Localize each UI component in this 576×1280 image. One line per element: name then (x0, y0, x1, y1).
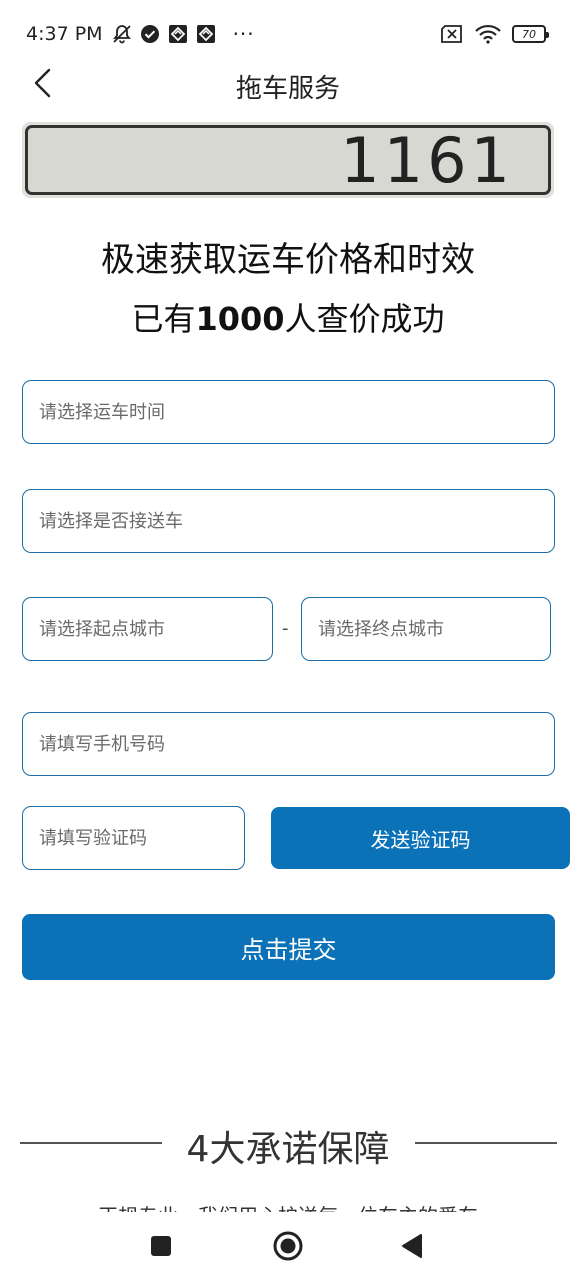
pickup-option-input[interactable] (39, 510, 554, 532)
submit-button[interactable]: 点击提交 (22, 914, 555, 980)
plate-frame: 1161 (25, 125, 551, 195)
recent-apps-button[interactable] (141, 1228, 181, 1268)
headline-prefix: 已有 (131, 300, 196, 338)
plate-banner: 1161 (22, 122, 554, 198)
wifi-icon (474, 24, 502, 44)
status-left: 4:37 PM ··· (26, 22, 255, 46)
end-city-field[interactable] (301, 597, 551, 661)
phone-field[interactable] (22, 712, 555, 776)
start-city-input[interactable] (39, 618, 272, 640)
check-circle-icon (139, 23, 161, 45)
status-right: 70 (430, 24, 549, 44)
system-back-button[interactable] (392, 1228, 432, 1268)
battery-icon: 70 (512, 25, 549, 43)
sim-x-icon (440, 25, 464, 43)
nav-bar: 拖车服务 (0, 58, 576, 110)
status-time: 4:37 PM (26, 23, 103, 45)
transport-time-input[interactable] (39, 401, 554, 423)
transport-time-field[interactable] (22, 380, 555, 444)
promise-section-header: 4大承诺保障 (0, 1118, 576, 1170)
page-title: 拖车服务 (235, 74, 340, 104)
app-notification-icon (195, 23, 217, 45)
plate-number: 1161 (340, 124, 514, 197)
pickup-option-field[interactable] (22, 489, 555, 553)
verification-code-input[interactable] (39, 827, 244, 849)
headline-primary: 极速获取运车价格和时效 (101, 240, 475, 280)
headline-suffix: 人查价成功 (284, 300, 445, 338)
divider-right (415, 1142, 557, 1144)
app-notification-icon (167, 23, 189, 45)
circle-icon (272, 1230, 304, 1266)
mute-icon (111, 23, 133, 45)
end-city-input[interactable] (318, 618, 550, 640)
system-navigation-bar (0, 1216, 576, 1280)
square-icon (150, 1235, 172, 1261)
status-bar: 4:37 PM ··· 70 (0, 0, 576, 66)
phone-input[interactable] (39, 733, 554, 755)
verification-code-field[interactable] (22, 806, 245, 870)
more-notifications: ··· (232, 22, 255, 46)
promise-title: 4大承诺保障 (186, 1129, 390, 1170)
start-city-field[interactable] (22, 597, 273, 661)
triangle-left-icon (400, 1233, 424, 1263)
city-separator: - (282, 618, 289, 639)
promise-subline: 正规专业，我们用心护送每一位车主的爱车 (0, 1196, 576, 1212)
battery-level: 70 (512, 25, 549, 43)
home-button[interactable] (268, 1228, 308, 1268)
send-code-button[interactable]: 发送验证码 (271, 807, 570, 869)
headline-secondary: 已有1000人查价成功 (0, 294, 576, 340)
query-count: 1000 (195, 300, 285, 338)
